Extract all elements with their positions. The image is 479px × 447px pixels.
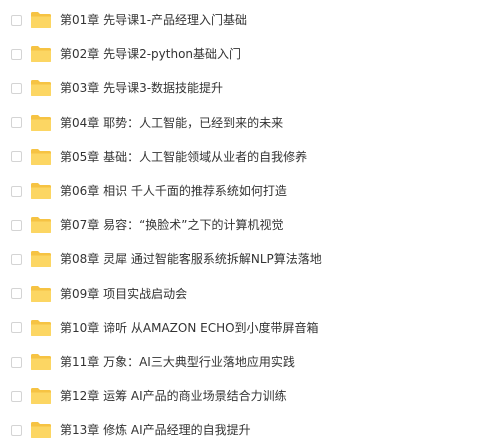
folder-icon	[30, 79, 52, 97]
list-item[interactable]: 第06章 相识 千人千面的推荐系统如何打造	[0, 174, 479, 208]
folder-icon	[30, 421, 52, 439]
row-checkbox[interactable]	[11, 151, 22, 163]
row-checkbox[interactable]	[11, 185, 22, 197]
folder-name[interactable]: 第08章 灵犀 通过智能客服系统拆解NLP算法落地	[60, 251, 322, 267]
row-checkbox[interactable]	[11, 219, 22, 231]
folder-name[interactable]: 第07章 易容：“换脸术”之下的计算机视觉	[60, 217, 284, 233]
folder-icon	[30, 45, 52, 63]
list-item[interactable]: 第09章 项目实战启动会	[0, 277, 479, 311]
row-checkbox[interactable]	[11, 117, 22, 129]
list-item[interactable]: 第12章 运筹 AI产品的商业场景结合力训练	[0, 379, 479, 413]
row-checkbox[interactable]	[11, 390, 22, 402]
list-item[interactable]: 第04章 耶势：人工智能，已经到来的未来	[0, 106, 479, 140]
folder-name[interactable]: 第09章 项目实战启动会	[60, 286, 187, 302]
folder-icon	[30, 250, 52, 268]
folder-name[interactable]: 第10章 谛听 从AMAZON ECHO到小度带屏音箱	[60, 320, 319, 336]
folder-name[interactable]: 第06章 相识 千人千面的推荐系统如何打造	[60, 183, 287, 199]
list-item[interactable]: 第05章 基础：人工智能领域从业者的自我修养	[0, 140, 479, 174]
row-checkbox[interactable]	[11, 82, 22, 94]
folder-icon	[30, 319, 52, 337]
folder-icon	[30, 216, 52, 234]
folder-name[interactable]: 第04章 耶势：人工智能，已经到来的未来	[60, 115, 283, 131]
file-list: 第01章 先导课1-产品经理入门基础 第02章 先导课2-python基础入门 …	[0, 0, 479, 446]
row-checkbox[interactable]	[11, 14, 22, 26]
folder-icon	[30, 11, 52, 29]
folder-name[interactable]: 第13章 修炼 AI产品经理的自我提升	[60, 422, 251, 438]
folder-icon	[30, 387, 52, 405]
row-checkbox[interactable]	[11, 356, 22, 368]
folder-name[interactable]: 第03章 先导课3-数据技能提升	[60, 80, 223, 96]
folder-name[interactable]: 第01章 先导课1-产品经理入门基础	[60, 12, 247, 28]
list-item[interactable]: 第11章 万象：AI三大典型行业落地应用实践	[0, 345, 479, 379]
row-checkbox[interactable]	[11, 322, 22, 334]
row-checkbox[interactable]	[11, 48, 22, 60]
row-checkbox[interactable]	[11, 253, 22, 265]
list-item[interactable]: 第07章 易容：“换脸术”之下的计算机视觉	[0, 208, 479, 242]
list-item[interactable]: 第13章 修炼 AI产品经理的自我提升	[0, 413, 479, 447]
folder-icon	[30, 353, 52, 371]
list-item[interactable]: 第01章 先导课1-产品经理入门基础	[0, 3, 479, 37]
folder-name[interactable]: 第02章 先导课2-python基础入门	[60, 46, 241, 62]
row-checkbox[interactable]	[11, 288, 22, 300]
list-item[interactable]: 第02章 先导课2-python基础入门	[0, 37, 479, 71]
folder-icon	[30, 285, 52, 303]
folder-icon	[30, 148, 52, 166]
folder-name[interactable]: 第05章 基础：人工智能领域从业者的自我修养	[60, 149, 307, 165]
list-item[interactable]: 第08章 灵犀 通过智能客服系统拆解NLP算法落地	[0, 242, 479, 276]
folder-name[interactable]: 第12章 运筹 AI产品的商业场景结合力训练	[60, 388, 287, 404]
list-item[interactable]: 第10章 谛听 从AMAZON ECHO到小度带屏音箱	[0, 311, 479, 345]
folder-name[interactable]: 第11章 万象：AI三大典型行业落地应用实践	[60, 354, 295, 370]
list-item[interactable]: 第03章 先导课3-数据技能提升	[0, 71, 479, 105]
folder-icon	[30, 114, 52, 132]
folder-icon	[30, 182, 52, 200]
row-checkbox[interactable]	[11, 424, 22, 436]
